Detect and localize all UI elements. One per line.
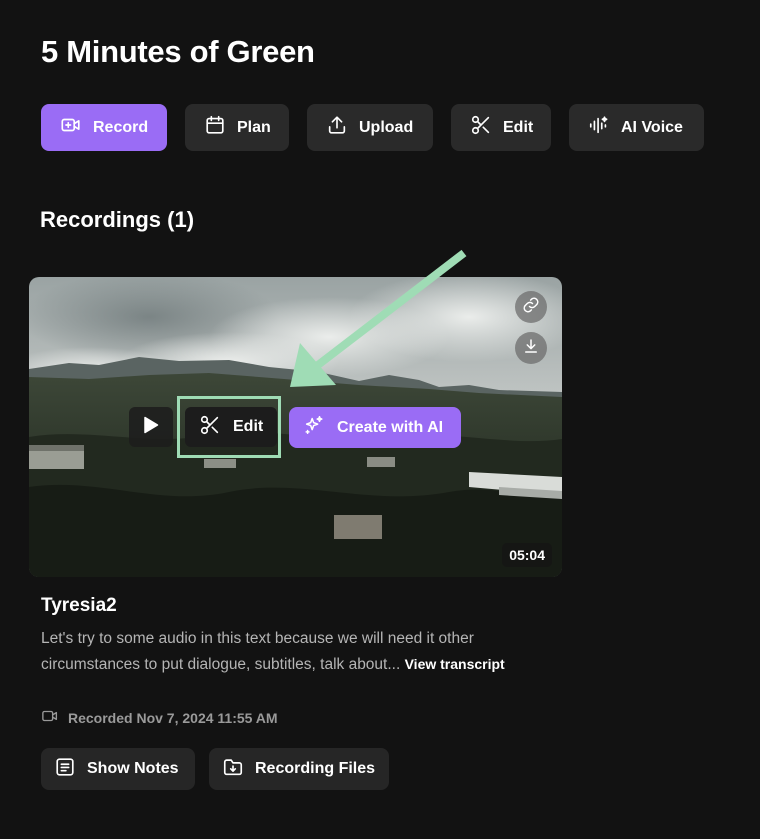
edit-label: Edit xyxy=(503,118,534,136)
ai-voice-label: AI Voice xyxy=(621,118,683,136)
ai-voice-icon xyxy=(588,114,610,141)
download-button[interactable] xyxy=(515,332,547,364)
folder-download-icon xyxy=(222,756,244,783)
create-with-ai-button[interactable]: Create with AI xyxy=(289,407,461,448)
duration-badge: 05:04 xyxy=(502,543,552,567)
view-transcript-link[interactable]: View transcript xyxy=(405,656,505,672)
video-plus-icon xyxy=(60,114,82,141)
recording-files-label: Recording Files xyxy=(255,760,376,777)
recorded-meta: Recorded Nov 7, 2024 11:55 AM xyxy=(41,707,278,728)
copy-link-button[interactable] xyxy=(515,291,547,323)
show-notes-label: Show Notes xyxy=(87,760,179,777)
page-title: 5 Minutes of Green xyxy=(41,34,315,69)
link-icon xyxy=(522,296,540,319)
recording-files-button[interactable]: Recording Files xyxy=(209,748,389,790)
calendar-icon xyxy=(204,114,226,141)
recording-page: 5 Minutes of Green Record Plan Upload Ed… xyxy=(0,0,760,839)
plan-label: Plan xyxy=(237,118,271,136)
record-button[interactable]: Record xyxy=(41,104,167,151)
recordings-heading: Recordings (1) xyxy=(40,207,195,232)
edit-button[interactable]: Edit xyxy=(451,104,551,151)
upload-button[interactable]: Upload xyxy=(307,104,433,151)
plan-button[interactable]: Plan xyxy=(185,104,289,151)
recording-thumbnail[interactable]: Edit Create with AI 05:04 xyxy=(29,277,562,577)
scissors-icon xyxy=(199,414,221,441)
play-button[interactable] xyxy=(129,407,173,447)
notes-icon xyxy=(54,756,76,783)
scissors-icon xyxy=(470,114,492,141)
show-notes-button[interactable]: Show Notes xyxy=(41,748,195,790)
ai-voice-button[interactable]: AI Voice xyxy=(569,104,704,151)
play-icon xyxy=(143,416,159,439)
record-label: Record xyxy=(93,118,149,136)
edit-recording-label: Edit xyxy=(233,418,264,435)
recording-description: Let's try to some audio in this text bec… xyxy=(41,626,511,677)
edit-recording-button[interactable]: Edit xyxy=(185,407,277,447)
upload-label: Upload xyxy=(359,118,414,136)
recorded-date: Recorded Nov 7, 2024 11:55 AM xyxy=(68,709,278,726)
video-camera-icon xyxy=(41,707,59,728)
sparkles-icon xyxy=(303,414,325,441)
upload-icon xyxy=(326,114,348,141)
recording-title: Tyresia2 xyxy=(41,595,117,616)
create-with-ai-label: Create with AI xyxy=(337,418,444,436)
download-icon xyxy=(522,337,540,360)
